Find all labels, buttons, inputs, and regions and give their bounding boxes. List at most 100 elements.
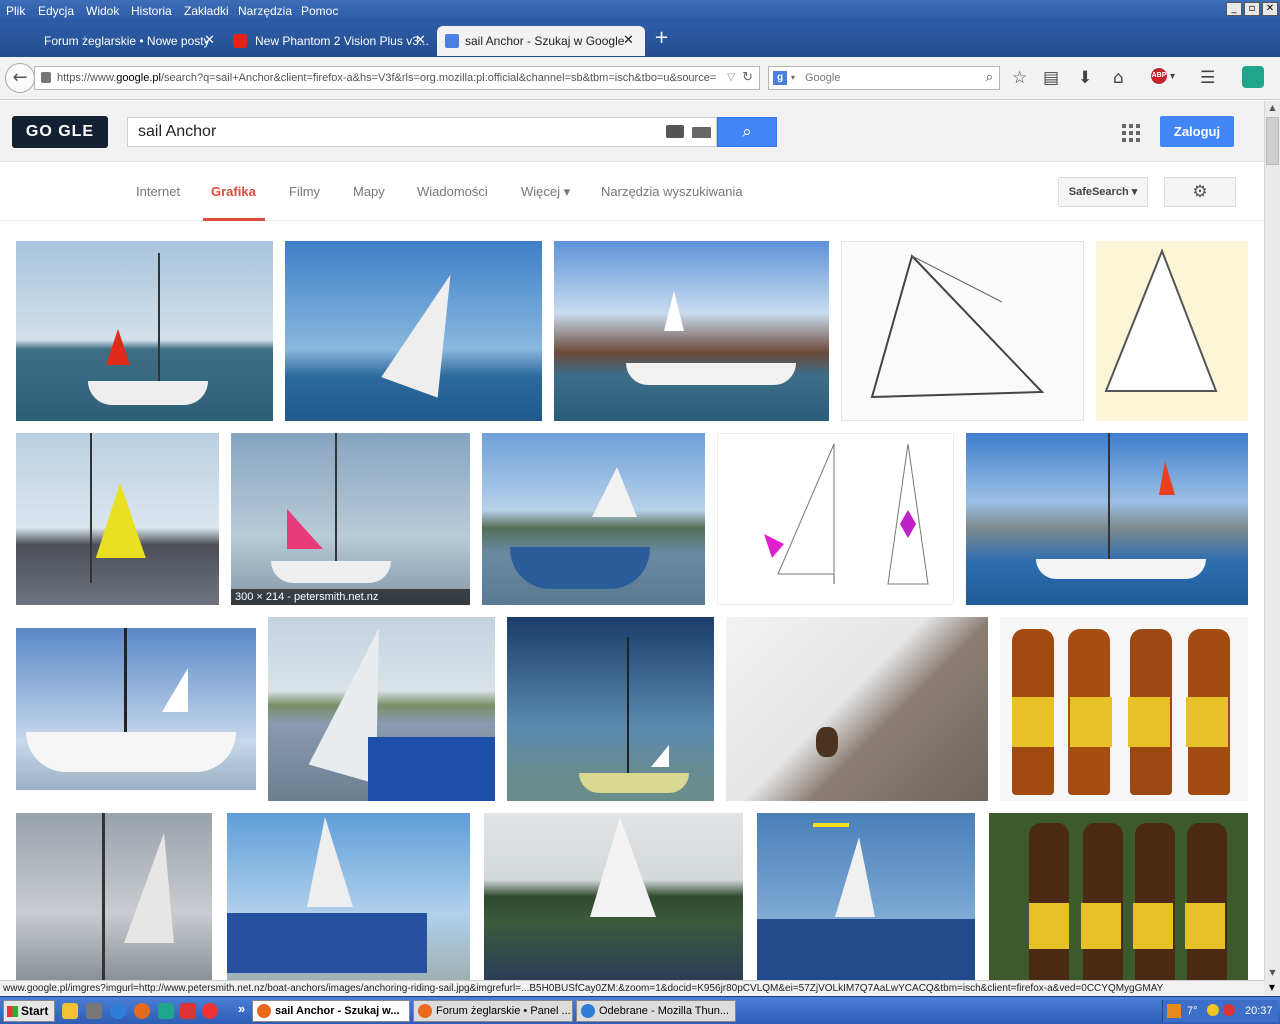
reload-icon[interactable]: ↻ bbox=[742, 67, 753, 89]
image-result[interactable] bbox=[285, 241, 542, 421]
sailboat-drawing-image bbox=[764, 443, 929, 585]
tab-mapy[interactable]: Mapy bbox=[353, 184, 385, 199]
gear-icon: ⚙ bbox=[1192, 182, 1208, 202]
tray-app-icon[interactable] bbox=[1223, 1004, 1235, 1016]
navigation-bar: https://www.google.pl/search?q=sail+Anch… bbox=[0, 57, 1280, 100]
new-tab-button[interactable]: + bbox=[654, 27, 669, 48]
tab-grafika[interactable]: Grafika bbox=[211, 184, 256, 199]
image-result[interactable] bbox=[726, 617, 988, 801]
clock: 20:37 bbox=[1245, 1005, 1273, 1017]
image-result[interactable] bbox=[482, 433, 705, 605]
tab-close-icon[interactable]: ✕ bbox=[204, 28, 215, 54]
login-button[interactable]: Zaloguj bbox=[1160, 116, 1234, 147]
image-result[interactable]: 300 × 214 - petersmith.net.nz bbox=[231, 433, 470, 605]
menu-historia[interactable]: Historia bbox=[131, 4, 172, 18]
bookmark-star-icon[interactable]: ☆ bbox=[1012, 68, 1027, 88]
vertical-scrollbar[interactable]: ▲ ▼ bbox=[1264, 101, 1280, 980]
search-input[interactable]: sail Anchor bbox=[127, 117, 717, 147]
image-result[interactable] bbox=[268, 617, 495, 801]
reading-list-icon[interactable]: ▤ bbox=[1043, 68, 1059, 88]
image-result[interactable] bbox=[1000, 617, 1248, 801]
tab-phantom[interactable]: New Phantom 2 Vision Plus v3... ✕ bbox=[225, 26, 435, 56]
apps-grid-icon[interactable] bbox=[1122, 124, 1140, 142]
start-button[interactable]: Start bbox=[3, 1000, 55, 1022]
minimize-icon[interactable]: _ bbox=[1226, 2, 1242, 16]
tab-wiadomosci[interactable]: Wiadomości bbox=[417, 184, 488, 199]
menu-plik[interactable]: Plik bbox=[6, 4, 25, 18]
scroll-up-icon[interactable]: ▲ bbox=[1265, 101, 1280, 115]
task-label: Forum żeglarskie • Panel ... bbox=[436, 1005, 571, 1017]
google-engine-icon[interactable]: g bbox=[773, 71, 787, 85]
google-doodle-logo[interactable]: GO GLE bbox=[12, 116, 108, 148]
tab-close-icon[interactable]: ✕ bbox=[415, 28, 426, 54]
taskbar-item-forum[interactable]: Forum żeglarskie • Panel ... bbox=[413, 1000, 573, 1022]
image-result[interactable] bbox=[16, 813, 212, 980]
image-result[interactable] bbox=[989, 813, 1248, 980]
tab-narzedzia-wyszukiwania[interactable]: Narzędzia wyszukiwania bbox=[601, 184, 743, 199]
image-result[interactable] bbox=[841, 241, 1084, 421]
speaker-icon[interactable] bbox=[86, 1003, 102, 1019]
menu-widok[interactable]: Widok bbox=[86, 4, 119, 18]
safesearch-button[interactable]: SafeSearch ▾ bbox=[1058, 177, 1148, 207]
search-bar-placeholder: Google bbox=[805, 72, 841, 84]
url-bar[interactable]: https://www.google.pl/search?q=sail+Anch… bbox=[34, 66, 760, 90]
scroll-down-icon[interactable]: ▼ bbox=[1265, 966, 1280, 980]
image-result[interactable] bbox=[757, 813, 975, 980]
app-icon[interactable] bbox=[202, 1003, 218, 1019]
menu-pomoc[interactable]: Pomoc bbox=[301, 4, 338, 18]
image-result[interactable] bbox=[966, 433, 1248, 605]
tab-internet[interactable]: Internet bbox=[136, 184, 180, 199]
app-icon[interactable] bbox=[158, 1003, 174, 1019]
image-result[interactable] bbox=[16, 628, 256, 790]
firefox-icon[interactable] bbox=[134, 1003, 150, 1019]
image-result[interactable] bbox=[484, 813, 743, 980]
tab-filmy[interactable]: Filmy bbox=[289, 184, 320, 199]
url-domain: google.pl bbox=[116, 72, 161, 84]
search-button[interactable]: ⌕ bbox=[717, 117, 777, 147]
close-icon[interactable]: ✕ bbox=[1262, 2, 1278, 16]
folder-icon[interactable] bbox=[62, 1003, 78, 1019]
image-result[interactable] bbox=[507, 617, 714, 801]
adblock-plus-icon[interactable]: ABP bbox=[1151, 68, 1167, 84]
engine-dropdown-icon[interactable]: ▾ bbox=[791, 67, 795, 89]
download-icon[interactable]: ⬇ bbox=[1078, 68, 1092, 88]
task-label: sail Anchor - Szukaj w... bbox=[275, 1005, 400, 1017]
taskbar-item-thunderbird[interactable]: Odebrane - Mozilla Thun... bbox=[576, 1000, 736, 1022]
magnifier-icon[interactable]: ⌕ bbox=[986, 67, 993, 89]
image-result[interactable] bbox=[717, 433, 954, 605]
back-button[interactable]: ← bbox=[5, 63, 35, 93]
menu-edycja[interactable]: Edycja bbox=[38, 4, 74, 18]
menu-narzedzia[interactable]: Narzędzia bbox=[238, 4, 292, 18]
scroll-down-icon[interactable]: ▼ bbox=[1264, 980, 1280, 996]
image-result[interactable] bbox=[16, 241, 273, 421]
tab-forum[interactable]: Forum żeglarskie • Nowe posty ✕ bbox=[0, 26, 225, 56]
beer-bottle-icon bbox=[1083, 823, 1123, 980]
sail-diagram-image bbox=[870, 254, 1045, 399]
extension-icon[interactable] bbox=[1242, 66, 1264, 88]
more-quicklaunch-button[interactable]: » bbox=[238, 1001, 245, 1016]
settings-button[interactable]: ⚙ bbox=[1164, 177, 1236, 207]
home-icon[interactable]: ⌂ bbox=[1113, 68, 1124, 88]
restore-icon[interactable]: ▫ bbox=[1244, 2, 1260, 16]
abp-dropdown-icon[interactable]: ▾ bbox=[1170, 71, 1175, 82]
menu-bar: Plik Edycja Widok Historia Zakładki Narz… bbox=[0, 0, 1280, 22]
taskbar-item-firefox[interactable]: sail Anchor - Szukaj w... bbox=[252, 1000, 410, 1022]
url-dropdown-icon[interactable]: ▽ bbox=[727, 67, 735, 89]
search-bar[interactable]: g ▾ Google ⌕ bbox=[768, 66, 1000, 90]
keyboard-icon[interactable] bbox=[692, 127, 711, 138]
menu-zakladki[interactable]: Zakładki bbox=[184, 4, 229, 18]
menu-hamburger-icon[interactable]: ☰ bbox=[1200, 68, 1215, 88]
tab-sail-anchor[interactable]: sail Anchor - Szukaj w Google ✕ bbox=[437, 26, 645, 56]
image-result[interactable] bbox=[1096, 241, 1248, 421]
tab-close-icon[interactable]: ✕ bbox=[623, 28, 634, 54]
avast-icon[interactable] bbox=[1167, 1004, 1181, 1018]
tab-wiecej[interactable]: Więcej ▾ bbox=[521, 184, 570, 200]
image-result[interactable] bbox=[16, 433, 219, 605]
image-result[interactable] bbox=[554, 241, 829, 421]
scrollbar-thumb[interactable] bbox=[1266, 117, 1279, 165]
thunderbird-icon[interactable] bbox=[110, 1003, 126, 1019]
sail-diagram-image bbox=[1104, 248, 1218, 392]
bug-icon[interactable] bbox=[180, 1003, 196, 1019]
camera-icon[interactable] bbox=[666, 125, 684, 138]
image-result[interactable] bbox=[227, 813, 470, 980]
